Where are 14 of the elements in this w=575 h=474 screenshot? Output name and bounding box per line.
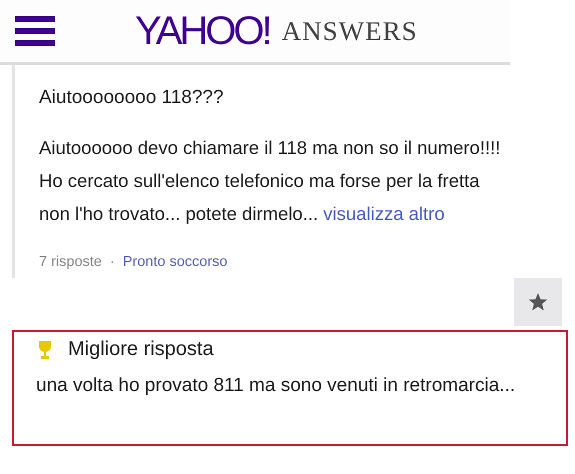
answer-count: 7 risposte: [39, 254, 102, 272]
trophy-icon: [36, 340, 54, 360]
section-title: ANSWERS: [282, 16, 418, 46]
question-title: Aiutoooooooo 118???: [39, 87, 225, 109]
star-icon: [528, 292, 548, 312]
show-more-link[interactable]: visualizza altro: [323, 203, 445, 224]
separator-dot: ·: [110, 254, 115, 272]
answer-text: una volta ho provato 811 ma sono venuti in retromarcia...: [36, 374, 516, 398]
best-answer-label: Migliore risposta: [68, 338, 214, 361]
star-button[interactable]: [514, 278, 562, 326]
question-text: Aiutoooooo devo chiamare il 118 ma non so il numero!!!! Ho cercato sull'elenco telefonico ma forse per la fretta non l'ho trovato... potete dirmelo... visualizza altro: [39, 136, 502, 226]
logo[interactable]: YAHOO!: [135, 8, 270, 54]
menu-icon[interactable]: [15, 16, 55, 46]
category-link[interactable]: Pronto soccorso: [122, 254, 228, 278]
